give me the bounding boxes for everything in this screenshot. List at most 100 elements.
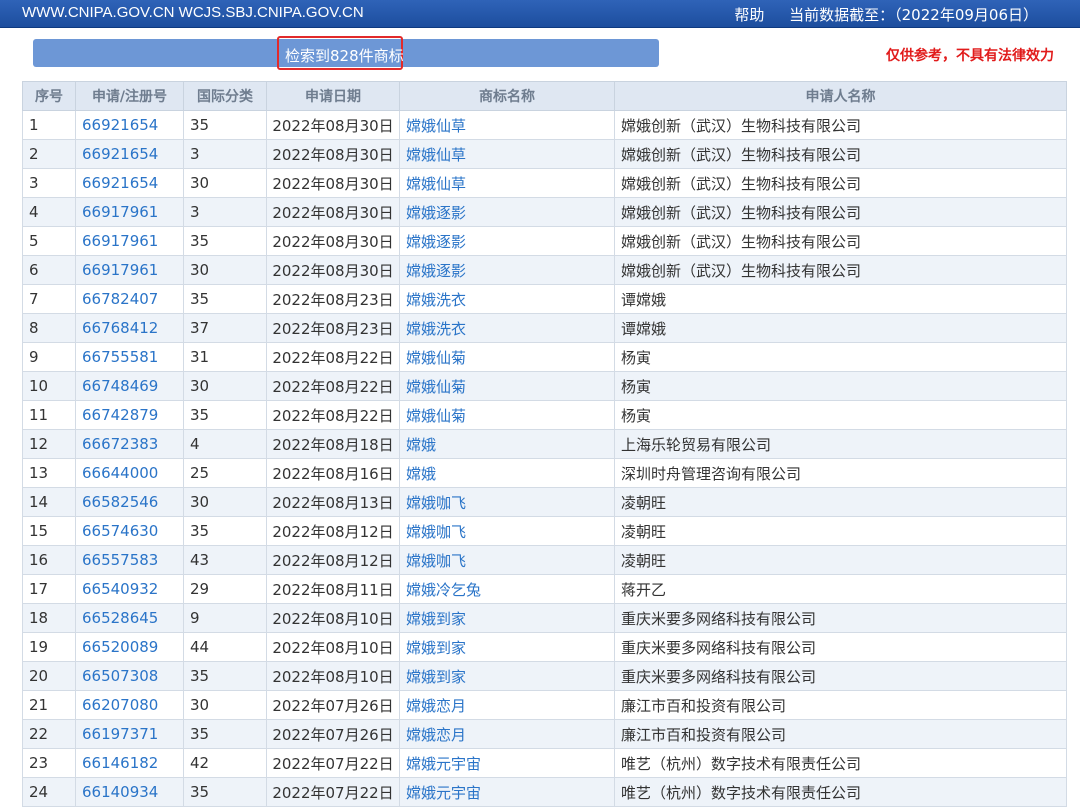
reg-no-link[interactable]: 66528645 <box>75 603 184 633</box>
date-cell: 2022年08月13日 <box>266 487 400 517</box>
reg-no-link[interactable]: 66917961 <box>75 226 184 256</box>
table-row: 12 66672383 4 2022年08月18日 嫦娥 上海乐轮贸易有限公司 <box>22 429 1067 459</box>
trademark-link[interactable]: 嫦娥仙草 <box>399 168 615 198</box>
trademark-link[interactable]: 嫦娥到家 <box>399 632 615 662</box>
reg-no-link[interactable]: 66768412 <box>75 313 184 343</box>
reg-no-link[interactable]: 66644000 <box>75 458 184 488</box>
trademark-link[interactable]: 嫦娥逐影 <box>399 226 615 256</box>
table-row: 4 66917961 3 2022年08月30日 嫦娥逐影 嫦娥创新（武汉）生物科技有限公… <box>22 197 1067 227</box>
trademark-link[interactable]: 嫦娥咖飞 <box>399 516 615 546</box>
reg-no-link[interactable]: 66197371 <box>75 719 184 749</box>
class-cell: 35 <box>183 400 267 430</box>
reg-no-link[interactable]: 66672383 <box>75 429 184 459</box>
reg-no-link[interactable]: 66574630 <box>75 516 184 546</box>
col-header-reg-no[interactable]: 申请/注册号 <box>75 81 184 111</box>
table-row: 15 66574630 35 2022年08月12日 嫦娥咖飞 凌朝旺 <box>22 516 1067 546</box>
col-header-applicant[interactable]: 申请人名称 <box>614 81 1067 111</box>
class-cell: 30 <box>183 255 267 285</box>
trademark-link[interactable]: 嫦娥咖飞 <box>399 545 615 575</box>
trademark-link[interactable]: 嫦娥冷乞兔 <box>399 574 615 604</box>
reg-no-link[interactable]: 66146182 <box>75 748 184 778</box>
table-row: 8 66768412 37 2022年08月23日 嫦娥洗衣 谭嫦娥 <box>22 313 1067 343</box>
table-row: 2 66921654 3 2022年08月30日 嫦娥仙草 嫦娥创新（武汉）生物科技有限公… <box>22 139 1067 169</box>
class-cell: 3 <box>183 139 267 169</box>
reg-no-link[interactable]: 66507308 <box>75 661 184 691</box>
table-row: 1 66921654 35 2022年08月30日 嫦娥仙草 嫦娥创新（武汉）生物科技有限… <box>22 110 1067 140</box>
class-cell: 35 <box>183 226 267 256</box>
row-index: 19 <box>22 632 76 662</box>
reg-no-link[interactable]: 66755581 <box>75 342 184 372</box>
row-index: 7 <box>22 284 76 314</box>
trademark-link[interactable]: 嫦娥仙草 <box>399 139 615 169</box>
date-cell: 2022年08月11日 <box>266 574 400 604</box>
class-cell: 35 <box>183 661 267 691</box>
trademark-link[interactable]: 嫦娥咖飞 <box>399 487 615 517</box>
table-row: 6 66917961 30 2022年08月30日 嫦娥逐影 嫦娥创新（武汉）生物科技有限… <box>22 255 1067 285</box>
class-cell: 35 <box>183 777 267 807</box>
trademark-link[interactable]: 嫦娥到家 <box>399 661 615 691</box>
trademark-link[interactable]: 嫦娥元宇宙 <box>399 777 615 807</box>
reg-no-link[interactable]: 66520089 <box>75 632 184 662</box>
trademark-link[interactable]: 嫦娥到家 <box>399 603 615 633</box>
trademark-link[interactable]: 嫦娥仙草 <box>399 110 615 140</box>
row-index: 22 <box>22 719 76 749</box>
table-row: 21 66207080 30 2022年07月26日 嫦娥恋月 廉江市百和投资有限公司 <box>22 690 1067 720</box>
applicant-cell: 杨寅 <box>614 342 1067 372</box>
class-cell: 9 <box>183 603 267 633</box>
reg-no-link[interactable]: 66921654 <box>75 110 184 140</box>
class-cell: 42 <box>183 748 267 778</box>
row-index: 14 <box>22 487 76 517</box>
trademark-link[interactable]: 嫦娥洗衣 <box>399 313 615 343</box>
trademark-link[interactable]: 嫦娥仙菊 <box>399 371 615 401</box>
table-row: 17 66540932 29 2022年08月11日 嫦娥冷乞兔 蒋开乙 <box>22 574 1067 604</box>
applicant-cell: 凌朝旺 <box>614 487 1067 517</box>
trademark-link[interactable]: 嫦娥仙菊 <box>399 400 615 430</box>
reg-no-link[interactable]: 66748469 <box>75 371 184 401</box>
applicant-cell: 凌朝旺 <box>614 545 1067 575</box>
reg-no-link[interactable]: 66207080 <box>75 690 184 720</box>
reg-no-link[interactable]: 66782407 <box>75 284 184 314</box>
col-header-trademark[interactable]: 商标名称 <box>399 81 615 111</box>
date-cell: 2022年08月30日 <box>266 168 400 198</box>
applicant-cell: 嫦娥创新（武汉）生物科技有限公司 <box>614 197 1067 227</box>
applicant-cell: 谭嫦娥 <box>614 313 1067 343</box>
trademark-link[interactable]: 嫦娥仙菊 <box>399 342 615 372</box>
trademark-link[interactable]: 嫦娥洗衣 <box>399 284 615 314</box>
trademark-link[interactable]: 嫦娥元宇宙 <box>399 748 615 778</box>
col-header-index[interactable]: 序号 <box>22 81 76 111</box>
trademark-link[interactable]: 嫦娥恋月 <box>399 690 615 720</box>
help-link[interactable]: 帮助 <box>734 6 764 24</box>
trademark-link[interactable]: 嫦娥 <box>399 458 615 488</box>
date-cell: 2022年08月22日 <box>266 400 400 430</box>
applicant-cell: 嫦娥创新（武汉）生物科技有限公司 <box>614 139 1067 169</box>
table-row: 20 66507308 35 2022年08月10日 嫦娥到家 重庆米要多网络科技有限公司 <box>22 661 1067 691</box>
trademark-link[interactable]: 嫦娥 <box>399 429 615 459</box>
table-row: 16 66557583 43 2022年08月12日 嫦娥咖飞 凌朝旺 <box>22 545 1067 575</box>
disclaimer: 仅供参考，不具有法律效力 <box>886 48 1054 64</box>
trademark-link[interactable]: 嫦娥逐影 <box>399 255 615 285</box>
reg-no-link[interactable]: 66921654 <box>75 168 184 198</box>
row-index: 23 <box>22 748 76 778</box>
class-cell: 35 <box>183 284 267 314</box>
table-row: 9 66755581 31 2022年08月22日 嫦娥仙菊 杨寅 <box>22 342 1067 372</box>
col-header-class[interactable]: 国际分类 <box>183 81 267 111</box>
col-header-date[interactable]: 申请日期 <box>266 81 400 111</box>
trademark-link[interactable]: 嫦娥恋月 <box>399 719 615 749</box>
reg-no-link[interactable]: 66557583 <box>75 545 184 575</box>
class-cell: 31 <box>183 342 267 372</box>
reg-no-link[interactable]: 66742879 <box>75 400 184 430</box>
reg-no-link[interactable]: 66540932 <box>75 574 184 604</box>
date-cell: 2022年08月12日 <box>266 516 400 546</box>
applicant-cell: 唯艺（杭州）数字技术有限责任公司 <box>614 777 1067 807</box>
reg-no-link[interactable]: 66582546 <box>75 487 184 517</box>
trademark-link[interactable]: 嫦娥逐影 <box>399 197 615 227</box>
reg-no-link[interactable]: 66917961 <box>75 197 184 227</box>
date-cell: 2022年07月26日 <box>266 719 400 749</box>
reg-no-link[interactable]: 66921654 <box>75 139 184 169</box>
reg-no-link[interactable]: 66917961 <box>75 255 184 285</box>
class-cell: 44 <box>183 632 267 662</box>
applicant-cell: 杨寅 <box>614 371 1067 401</box>
reg-no-link[interactable]: 66140934 <box>75 777 184 807</box>
date-cell: 2022年07月22日 <box>266 777 400 807</box>
applicant-cell: 唯艺（杭州）数字技术有限责任公司 <box>614 748 1067 778</box>
